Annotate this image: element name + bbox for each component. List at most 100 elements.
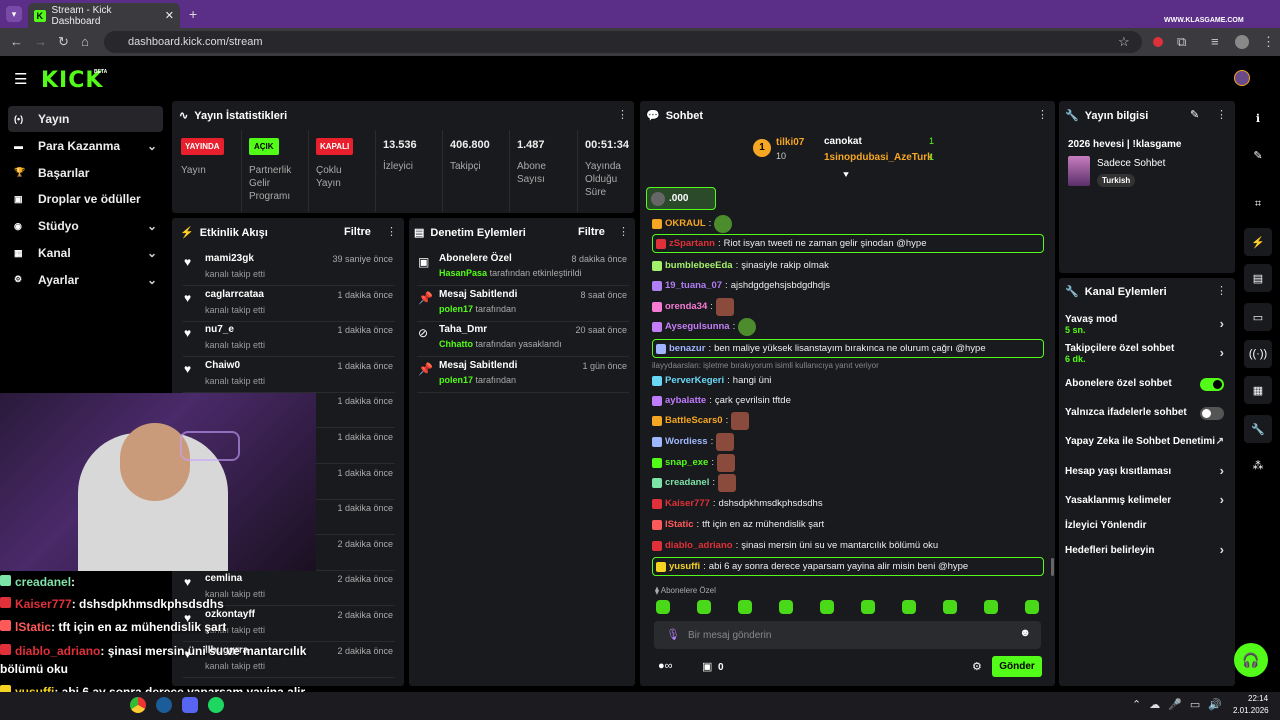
channel-action-row[interactable]: Yalnızca ifadelerle sohbet [1065,407,1230,421]
chat-username[interactable]: yusuffi [669,561,700,572]
support-headset-button[interactable]: 🎧 [1234,643,1268,677]
chevron-down-icon[interactable]: ⌄ [147,219,157,233]
chat-username[interactable]: zSpartann [669,238,715,249]
chat-username[interactable]: orenda34 [665,301,707,312]
share-icon[interactable]: ⁂ [1244,451,1272,479]
chat-username[interactable]: benazur [669,343,705,354]
hamburger-menu-icon[interactable]: ☰ [14,70,27,88]
url-field[interactable]: dashboard.kick.com/stream [104,31,1142,53]
chat-input[interactable]: 🎙 Bir mesaj gönderin ☻ [654,621,1041,649]
chevron-down-icon[interactable]: ⌄ [147,139,157,153]
activity-row[interactable]: ♥ mami23gk kanalı takip etti 39 saniye önce [183,250,395,286]
chat-username[interactable]: Kaiser777 [665,498,710,509]
sidebar-item-4[interactable]: ◉ Stüdyo ⌄ [8,213,163,239]
chat-username[interactable]: aybalatte [665,395,706,406]
sidebar-item-0[interactable]: (•) Yayın [8,106,163,132]
media-control-icon[interactable]: ≡ [1211,34,1219,49]
chat-icon[interactable]: ▭ [1244,303,1272,331]
system-tray[interactable]: ⌃☁🎤▭🔊 [1132,698,1230,711]
chat-username[interactable]: PerverKegeri [665,375,724,386]
moderation-filter-button[interactable]: Filtre [578,226,605,238]
taskbar-apps[interactable] [130,697,224,713]
chat-message[interactable]: zSpartann: Riot isyan tweeti ne zaman gel… [652,234,1044,253]
clock-date[interactable]: 2.01.2026 [1233,706,1269,715]
browser-menu-icon[interactable]: ⋮ [1262,34,1275,50]
chat-username[interactable]: bumblebeeEda [665,260,733,271]
clock-time[interactable]: 22:14 [1248,694,1268,703]
chat-username[interactable]: BattleScars0 [665,415,723,426]
chat-message[interactable]: PerverKegeri: hangi üni [652,371,1044,390]
moderator-name[interactable]: Chhatto [439,339,473,349]
channel-action-row[interactable]: İzleyici Yönlendir [1065,520,1230,534]
moderator-name[interactable]: polen17 [439,375,473,385]
extension-icon[interactable] [1153,37,1163,47]
sidebar-item-5[interactable]: ▦ Kanal ⌄ [8,240,163,266]
toggle-switch[interactable] [1200,378,1224,391]
activity-row[interactable]: ♥ nu7_e kanalı takip etti 1 dakika önce [183,321,395,358]
activity-user[interactable]: nu7_e [205,324,234,335]
shop-icon[interactable]: ▣ [702,660,712,673]
emote-picker-icon[interactable] [697,600,711,614]
activity-menu-icon[interactable]: ⋮ [386,225,397,238]
stats-menu-icon[interactable]: ⋮ [617,108,628,121]
chat-username[interactable]: creadanel [665,477,709,488]
chat-message[interactable]: lStatic: tft için en az mühendislik şart [652,515,1044,534]
chat-message[interactable]: creadanel: [652,473,1044,492]
lightning-icon[interactable]: ⚡ [1244,228,1272,256]
stream-info-menu-icon[interactable]: ⋮ [1216,108,1227,121]
spotify-icon[interactable] [208,697,224,713]
reload-icon[interactable]: ↻ [58,34,69,50]
collapse-chevron-icon[interactable]: ⯆ [842,170,850,181]
chevron-right-icon[interactable]: › [1220,542,1224,557]
microphone-icon[interactable]: 🎙 [666,628,680,641]
moderation-row[interactable]: ▣ Abonelere Özel HasanPasa tarafından etki… [417,250,629,286]
chat-username[interactable]: snap_exe [665,457,708,468]
scan-icon[interactable]: ⌗ [1244,190,1272,218]
activity-filter-button[interactable]: Filtre [344,226,371,238]
chat-message[interactable]: snap_exe: [652,453,1044,472]
channel-action-row[interactable]: Abonelere özel sohbet [1065,378,1230,392]
chat-scrollbar[interactable] [1051,558,1054,576]
sidebar-item-1[interactable]: ▬ Para Kazanma ⌄ [8,133,163,159]
gifter-name-3[interactable]: 1sinopdubasi_AzeTurk [824,152,933,163]
emote-picker-icon[interactable] [738,600,752,614]
activity-row[interactable]: ♥ Chaiw0 kanalı takip etti 1 dakika önce [183,357,395,393]
chevron-down-icon[interactable]: ⌄ [147,246,157,260]
channel-action-row[interactable]: Hesap yaşı kısıtlaması › [1065,463,1230,480]
forward-icon[interactable]: → [34,34,47,49]
bookmark-star-icon[interactable]: ☆ [1118,34,1130,50]
moderator-name[interactable]: HasanPasa [439,268,487,278]
extensions-puzzle-icon[interactable]: ⧉ [1177,34,1186,50]
moderation-row[interactable]: 📌 Mesaj Sabitlendi polen17 tarafından 8 saa… [417,286,629,322]
chat-message[interactable]: BattleScars0: [652,411,1044,430]
steam-icon[interactable] [156,697,172,713]
chevron-right-icon[interactable]: › [1220,316,1224,331]
activity-row[interactable]: ♥ caglarrcataa kanalı takip etti 1 dakika ö… [183,286,395,322]
gifter-name-2[interactable]: canokat [824,136,862,147]
chat-username[interactable]: Wordiess [665,436,708,447]
activity-user[interactable]: Chaiw0 [205,360,240,371]
emote-picker-icon[interactable] [902,600,916,614]
emote-picker-icon[interactable] [820,600,834,614]
chevron-right-icon[interactable]: › [1220,492,1224,507]
channel-action-row[interactable]: Hedefleri belirleyin › [1065,542,1230,559]
external-link-icon[interactable]: ↗ [1216,436,1224,447]
emote-picker-icon[interactable] [656,600,670,614]
broadcast-icon[interactable]: ((·)) [1244,340,1272,368]
new-tab-button[interactable]: + [189,6,197,22]
chat-message[interactable]: aybalatte: çark çevrilsin tftde [652,391,1044,410]
info-icon[interactable]: ℹ [1244,104,1272,132]
toggle-switch[interactable] [1200,407,1224,420]
layout-icon[interactable]: ▦ [1244,376,1272,404]
channel-actions-menu-icon[interactable]: ⋮ [1216,284,1227,297]
chevron-right-icon[interactable]: › [1220,463,1224,478]
user-avatar[interactable] [1234,70,1250,86]
wrench-icon[interactable]: 🔧 [1244,415,1272,443]
language-tag[interactable]: Turkish [1097,174,1136,187]
profile-avatar[interactable] [1235,35,1249,49]
points-icon[interactable]: ●∞ [658,660,673,672]
channel-action-row[interactable]: Yasaklanmış kelimeler › [1065,492,1230,509]
chat-message[interactable]: bumblebeeEda: şinasiyle rakip olmak [652,256,1044,275]
chat-message[interactable]: diablo_adriano: şinasi mersin üni su ve m… [652,536,1044,555]
back-icon[interactable]: ← [10,34,23,49]
